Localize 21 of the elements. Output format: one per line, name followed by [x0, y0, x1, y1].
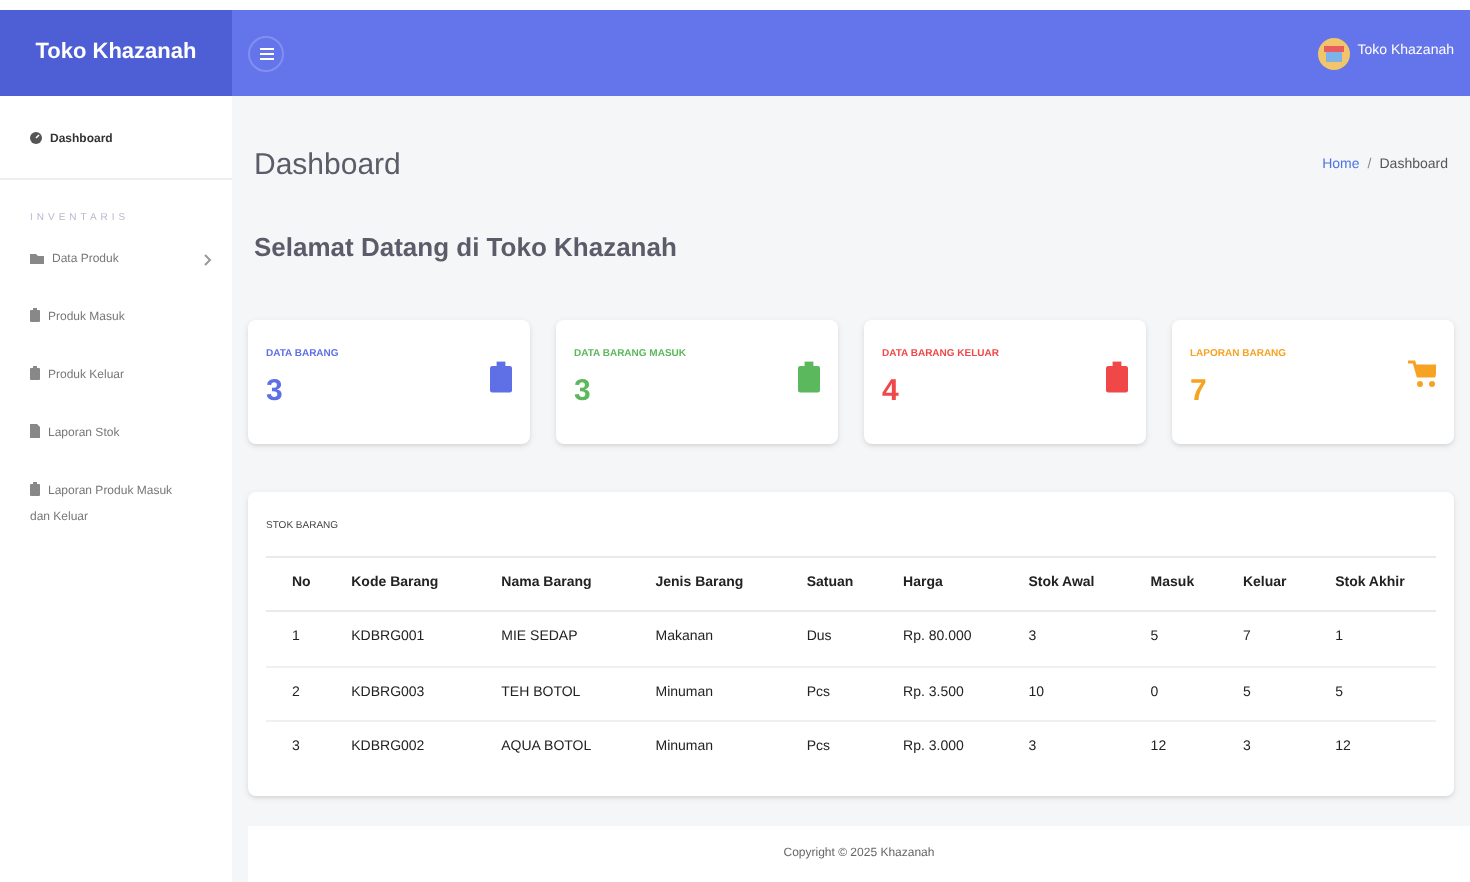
- gauge-icon: [30, 132, 42, 144]
- brand-title[interactable]: Toko Khazanah: [35, 36, 197, 70]
- stat-value: 7: [1190, 371, 1209, 411]
- clipboard-icon: [30, 365, 40, 379]
- clipboard-icon: [490, 360, 512, 394]
- clipboard-icon: [798, 360, 820, 394]
- clipboard-icon: [30, 307, 40, 321]
- chevron-right-icon: [204, 253, 212, 265]
- clipboard-icon: [30, 481, 40, 495]
- stat-value: 3: [266, 371, 285, 411]
- file-icon: [30, 423, 40, 437]
- welcome-heading: Selamat Datang di Toko Khazanah: [252, 229, 679, 266]
- folder-icon: [30, 253, 44, 263]
- page-title: Dashboard: [254, 146, 401, 186]
- stat-value: 3: [574, 371, 593, 411]
- menu-icon: [259, 47, 273, 59]
- shop-avatar-icon[interactable]: [1317, 37, 1350, 69]
- menu-toggle-button[interactable]: [248, 35, 284, 71]
- stat-value: 4: [882, 371, 901, 411]
- clipboard-icon: [1106, 360, 1128, 394]
- cart-icon: [1408, 360, 1436, 388]
